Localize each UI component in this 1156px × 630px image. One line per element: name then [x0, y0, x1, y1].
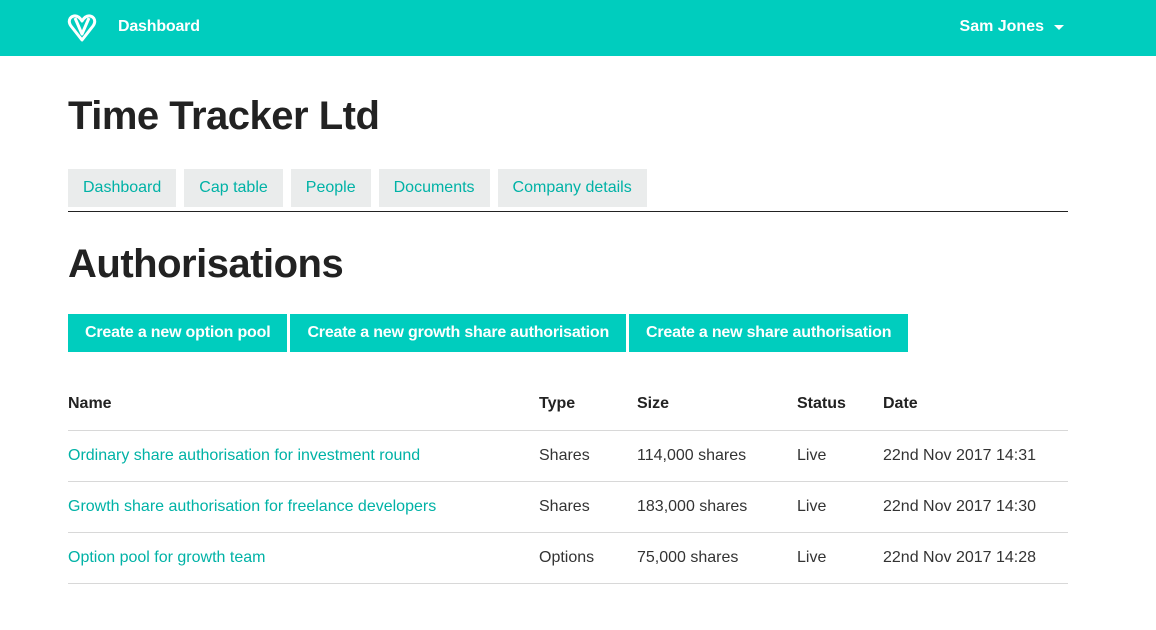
authorisation-type: Options: [539, 532, 637, 584]
authorisation-status: Live: [797, 532, 883, 584]
authorisation-date: 22nd Nov 2017 14:30: [883, 481, 1068, 533]
caret-down-icon: [1054, 24, 1064, 30]
company-tabs: Dashboard Cap table People Documents Com…: [68, 169, 1068, 212]
tab-people[interactable]: People: [290, 169, 371, 207]
authorisation-date: 22nd Nov 2017 14:31: [883, 430, 1068, 482]
authorisation-name-link[interactable]: Option pool for growth team: [68, 549, 265, 566]
authorisation-date: 22nd Nov 2017 14:28: [883, 532, 1068, 584]
authorisation-status: Live: [797, 481, 883, 533]
table-row: Option pool for growth team Options 75,0…: [68, 532, 1068, 584]
create-share-authorisation-button[interactable]: Create a new share authorisation: [629, 314, 909, 352]
authorisation-size: 75,000 shares: [637, 532, 797, 584]
tab-company-details[interactable]: Company details: [497, 169, 647, 207]
authorisation-type: Shares: [539, 430, 637, 482]
action-buttons: Create a new option pool Create a new gr…: [68, 314, 911, 352]
top-navbar: Dashboard Sam Jones: [0, 0, 1156, 56]
company-title: Time Tracker Ltd: [68, 94, 380, 138]
column-header-size: Size: [637, 379, 797, 431]
authorisation-type: Shares: [539, 481, 637, 533]
authorisation-status: Live: [797, 430, 883, 482]
create-option-pool-button[interactable]: Create a new option pool: [68, 314, 288, 352]
user-menu-dropdown[interactable]: Sam Jones: [960, 18, 1064, 36]
column-header-name: Name: [68, 379, 539, 431]
tab-documents[interactable]: Documents: [378, 169, 490, 207]
authorisation-size: 114,000 shares: [637, 430, 797, 482]
authorisation-size: 183,000 shares: [637, 481, 797, 533]
authorisations-table: Name Type Size Status Date Ordinary shar…: [68, 379, 1068, 584]
heart-v-logo-icon[interactable]: [66, 12, 98, 44]
authorisation-name-link[interactable]: Ordinary share authorisation for investm…: [68, 447, 420, 464]
table-header-row: Name Type Size Status Date: [68, 379, 1068, 431]
create-growth-share-authorisation-button[interactable]: Create a new growth share authorisation: [290, 314, 627, 352]
user-name: Sam Jones: [959, 18, 1044, 35]
table-row: Growth share authorisation for freelance…: [68, 481, 1068, 533]
authorisation-name-link[interactable]: Growth share authorisation for freelance…: [68, 498, 436, 515]
column-header-type: Type: [539, 379, 637, 431]
section-title: Authorisations: [68, 242, 344, 286]
column-header-date: Date: [883, 379, 1068, 431]
tab-cap-table[interactable]: Cap table: [184, 169, 283, 207]
column-header-status: Status: [797, 379, 883, 431]
table-row: Ordinary share authorisation for investm…: [68, 430, 1068, 482]
tab-dashboard[interactable]: Dashboard: [68, 169, 177, 207]
brand-dashboard-link[interactable]: Dashboard: [118, 18, 200, 36]
